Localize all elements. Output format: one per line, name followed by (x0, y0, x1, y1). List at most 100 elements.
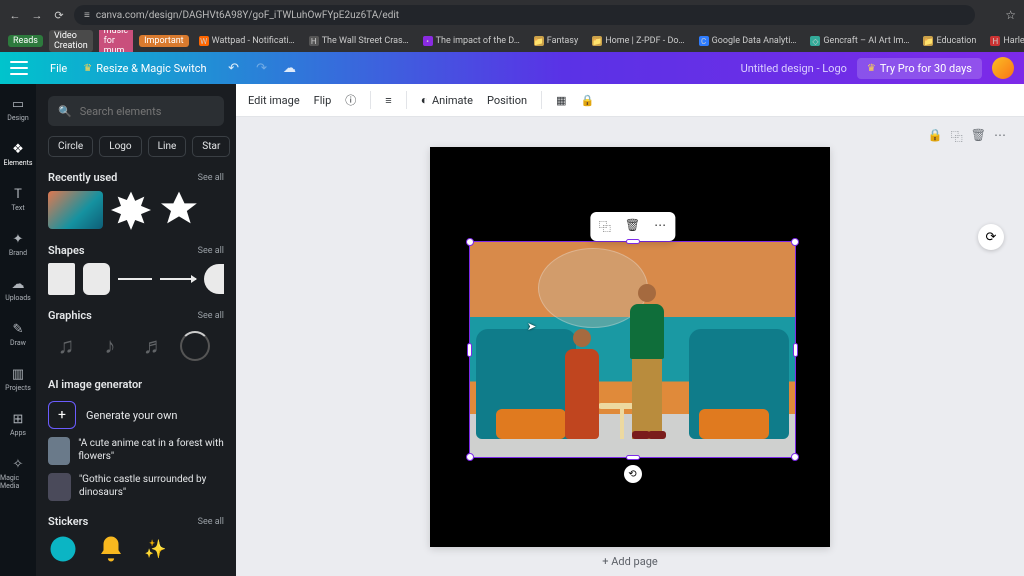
image-content: ➤ (470, 242, 795, 457)
rail-text[interactable]: TText (0, 184, 36, 215)
shape-circle[interactable] (204, 264, 224, 294)
bookmark-item[interactable]: HThe Wall Street Cras… (305, 34, 413, 48)
shape-arrow[interactable] (160, 278, 196, 280)
duplicate-icon[interactable]: ⿻ (596, 216, 614, 237)
bookmark-item[interactable]: 📁Education (919, 34, 980, 48)
rotate-handle[interactable]: ⟲ (624, 465, 642, 483)
add-page-button[interactable]: + Add page (236, 547, 1024, 576)
recent-thumb-star5[interactable] (159, 190, 199, 230)
rail-apps[interactable]: ⊞Apps (0, 409, 36, 440)
rail-design[interactable]: ▭Design (0, 94, 36, 125)
shape-square[interactable] (48, 263, 75, 295)
plus-icon: + (48, 401, 76, 429)
cloud-sync-icon[interactable]: ☁ (281, 59, 299, 77)
bookmark-item[interactable]: CGoogle Data Analyti… (695, 34, 801, 48)
more-page-icon[interactable]: ⋯ (994, 128, 1006, 145)
see-all-link[interactable]: See all (198, 246, 224, 256)
undo-icon[interactable]: ↶ (225, 59, 243, 77)
align-icon[interactable]: ≡ (385, 94, 391, 107)
sticker-bell[interactable] (96, 534, 126, 564)
info-icon[interactable]: ⓘ (345, 92, 356, 108)
bookmark-item[interactable]: HHarlequin Romanc… (986, 34, 1024, 48)
chip-line[interactable]: Line (148, 136, 187, 157)
file-menu[interactable]: File (42, 58, 75, 79)
reset-view-icon[interactable]: ⟳ (978, 224, 1004, 250)
delete-page-icon[interactable]: 🗑 (971, 128, 986, 145)
bookmark-item[interactable]: 📁Home | Z-PDF - Do… (588, 34, 688, 48)
duplicate-page-icon[interactable]: ⿻ (951, 128, 963, 145)
back-icon[interactable]: ← (8, 8, 22, 22)
resize-handle[interactable] (793, 343, 798, 357)
search-field[interactable] (80, 105, 220, 118)
more-icon[interactable]: ⋯ (651, 216, 669, 237)
forward-icon[interactable]: → (30, 8, 44, 22)
bookmark-video[interactable]: Video Creation (49, 30, 93, 52)
flip-button[interactable]: Flip (314, 94, 332, 107)
rail-uploads[interactable]: ☁Uploads (0, 274, 36, 305)
lock-icon[interactable]: 🔒 (580, 94, 594, 107)
position-button[interactable]: Position (487, 94, 527, 107)
transparency-icon[interactable]: ▦ (556, 94, 566, 107)
separator (406, 91, 407, 109)
see-all-link[interactable]: See all (198, 517, 224, 527)
graphic-thumb[interactable]: ♫ (48, 328, 84, 364)
resize-handle[interactable] (626, 455, 640, 460)
resize-handle[interactable] (791, 453, 799, 461)
url-bar[interactable]: ≡ canva.com/design/DAGHVt6A98Y/goF_iTWLu… (74, 5, 975, 25)
bookmark-reads[interactable]: Reads (8, 35, 43, 47)
selected-image[interactable]: ➤ ⿻ 🗑 ⋯ ⟲ (470, 242, 795, 457)
recent-thumb-photo[interactable] (48, 191, 103, 229)
ai-prompt-suggestion[interactable]: "A cute anime cat in a forest with flowe… (48, 437, 224, 465)
bookmark-item[interactable]: WWattpad - Notificati… (195, 34, 299, 48)
sticker-burst[interactable] (48, 534, 78, 564)
sticker-sparkle[interactable]: ✨ (144, 539, 166, 560)
rail-projects[interactable]: ▥Projects (0, 364, 36, 395)
bookmark-star-icon[interactable]: ☆ (1005, 8, 1024, 22)
context-toolbar: Edit image Flip ⓘ ≡ ◐Animate Position ▦ … (236, 84, 1024, 117)
resize-handle[interactable] (791, 238, 799, 246)
delete-icon[interactable]: 🗑 (622, 216, 643, 237)
bookmark-item[interactable]: ◇Gencraft – AI Art Im… (806, 34, 913, 48)
resize-handle[interactable] (467, 343, 472, 357)
design-page[interactable]: ➤ ⿻ 🗑 ⋯ ⟲ (430, 147, 830, 547)
graphic-thumb[interactable]: ♬ (136, 328, 172, 364)
bookmark-item[interactable]: 📁Fantasy (530, 34, 582, 48)
chip-circle[interactable]: Circle (48, 136, 93, 157)
reload-icon[interactable]: ⟳ (52, 8, 66, 22)
resize-handle[interactable] (466, 453, 474, 461)
redo-icon[interactable]: ↷ (253, 59, 271, 77)
bookmark-music[interactable]: music for mum (99, 30, 133, 52)
rail-magic-media[interactable]: ✧Magic Media (0, 454, 36, 493)
document-name[interactable]: Untitled design - Logo (741, 62, 847, 75)
resize-button[interactable]: ♛Resize & Magic Switch (75, 58, 214, 79)
chip-star[interactable]: Star (192, 136, 230, 157)
browser-chrome: ← → ⟳ ≡ canva.com/design/DAGHVt6A98Y/goF… (0, 0, 1024, 30)
graphic-thumb[interactable]: ♪ (92, 328, 128, 364)
ai-prompt-suggestion[interactable]: "Gothic castle surrounded by dinosaurs" (48, 473, 224, 501)
recent-thumb-star6[interactable] (111, 190, 151, 230)
animate-button[interactable]: ◐Animate (421, 93, 473, 107)
animate-icon: ◐ (421, 93, 428, 107)
edit-image-button[interactable]: Edit image (248, 94, 300, 107)
see-all-link[interactable]: See all (198, 173, 224, 183)
bookmark-item[interactable]: •The impact of the D… (419, 34, 524, 48)
resize-handle[interactable] (626, 239, 640, 244)
rail-draw[interactable]: ✎Draw (0, 319, 36, 350)
shape-line[interactable] (118, 278, 152, 280)
chip-logo[interactable]: Logo (99, 136, 141, 157)
shape-rounded-square[interactable] (83, 263, 110, 295)
search-input[interactable]: 🔍 (48, 96, 224, 126)
try-pro-button[interactable]: ♛Try Pro for 30 days (857, 58, 982, 79)
bookmark-important[interactable]: Important (139, 35, 189, 47)
rail-elements[interactable]: ❖Elements (0, 139, 36, 170)
user-avatar[interactable] (992, 57, 1014, 79)
see-all-link[interactable]: See all (198, 311, 224, 321)
lock-page-icon[interactable]: 🔒 (928, 128, 943, 145)
uploads-icon: ☁ (12, 277, 25, 292)
ai-title: AI image generator (48, 378, 142, 391)
rail-brand[interactable]: ✦Brand (0, 229, 36, 260)
menu-icon[interactable] (10, 61, 28, 75)
generate-button[interactable]: + Generate your own (48, 401, 224, 429)
url-text: canva.com/design/DAGHVt6A98Y/goF_iTWLuhO… (96, 10, 399, 21)
resize-handle[interactable] (466, 238, 474, 246)
